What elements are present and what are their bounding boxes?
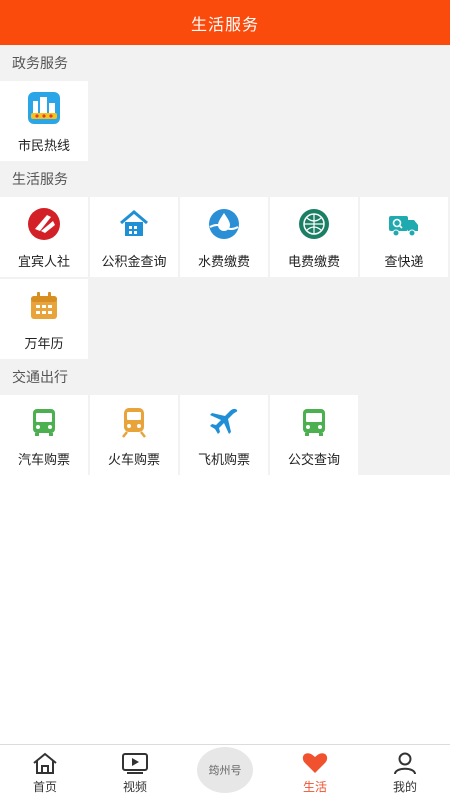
train-ticket-icon: [117, 405, 151, 439]
tile-label: 飞机购票: [197, 453, 250, 468]
tile-label: 火车购票: [107, 453, 160, 468]
tab-label: 视频: [122, 780, 147, 794]
center-button-label: 筠州号: [208, 763, 242, 777]
user-icon: [391, 750, 419, 776]
section-title-traffic: 交通出行: [0, 359, 450, 395]
tile-label: 公积金查询: [101, 255, 167, 270]
bus-ticket-icon: [27, 405, 61, 439]
tile-electricity-bill[interactable]: 电费缴费: [270, 197, 358, 277]
tile-housing-fund[interactable]: 公积金查询: [90, 197, 178, 277]
yibin-social-security-icon: [27, 207, 61, 241]
city-hotline-icon: [27, 91, 61, 125]
grid-traffic: 汽车购票 火车购票 飞机购票 公交查询: [0, 395, 450, 475]
tile-label: 宜宾人社: [17, 255, 70, 270]
tile-train-ticket[interactable]: 火车购票: [90, 395, 178, 475]
tile-bus-ticket[interactable]: 汽车购票: [0, 395, 88, 475]
tab-home[interactable]: 首页: [0, 745, 90, 800]
tab-label: 首页: [32, 780, 57, 794]
tile-label: 万年历: [24, 337, 64, 352]
tile-airplane-ticket[interactable]: 飞机购票: [180, 395, 268, 475]
section-title-gov: 政务服务: [0, 45, 450, 81]
app-header: 生活服务: [0, 0, 450, 45]
tile-calendar[interactable]: 万年历: [0, 279, 88, 359]
electricity-bill-icon: [297, 207, 331, 241]
app-root: 生活服务 政务服务 市民热线 生活服务 宜宾人社 公积金查询 水费缴费 电费缴费…: [0, 0, 450, 800]
heart-icon: [301, 750, 329, 776]
tile-city-hotline[interactable]: 市民热线: [0, 81, 88, 161]
home-icon: [31, 750, 59, 776]
tile-label: 汽车购票: [17, 453, 70, 468]
tile-city-bus[interactable]: 公交查询: [270, 395, 358, 475]
tile-label: 查快递: [384, 255, 424, 270]
center-button: 筠州号: [197, 746, 253, 793]
airplane-ticket-icon: [207, 405, 241, 439]
tab-label: 生活: [302, 780, 327, 794]
water-bill-icon: [207, 207, 241, 241]
city-bus-icon: [297, 405, 331, 439]
tab-label: 我的: [392, 780, 417, 794]
calendar-icon: [27, 289, 61, 323]
tab-center[interactable]: 筠州号: [180, 745, 270, 800]
tab-life[interactable]: 生活: [270, 745, 360, 800]
tile-label: 水费缴费: [197, 255, 250, 270]
bottom-tab-bar: 首页 视频 筠州号 生活 我的: [0, 744, 450, 800]
tile-label: 公交查询: [287, 453, 340, 468]
section-title-life: 生活服务: [0, 161, 450, 197]
housing-fund-icon: [117, 207, 151, 241]
tile-water-bill[interactable]: 水费缴费: [180, 197, 268, 277]
tile-express-delivery[interactable]: 查快递: [360, 197, 448, 277]
grid-gov: 市民热线: [0, 81, 450, 161]
tile-yibin-social-security[interactable]: 宜宾人社: [0, 197, 88, 277]
tile-label: 市民热线: [17, 139, 70, 154]
content-blank-area: [0, 480, 450, 744]
express-delivery-icon: [387, 207, 421, 241]
page-title: 生活服务: [190, 14, 259, 34]
video-play-icon: [121, 750, 149, 776]
grid-life: 宜宾人社 公积金查询 水费缴费 电费缴费 查快递 万年历: [0, 197, 450, 359]
tab-me[interactable]: 我的: [360, 745, 450, 800]
tab-video[interactable]: 视频: [90, 745, 180, 800]
tile-label: 电费缴费: [287, 255, 340, 270]
